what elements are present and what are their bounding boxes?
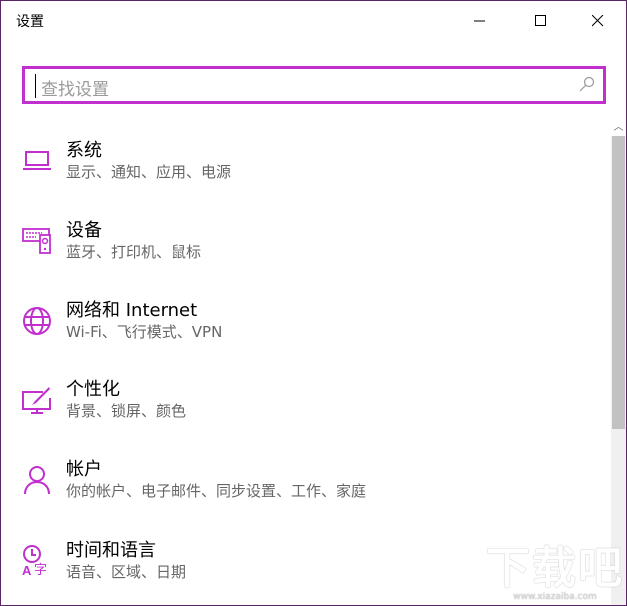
globe-icon (23, 307, 51, 335)
item-subtitle: 蓝牙、打印机、鼠标 (66, 243, 202, 261)
item-subtitle: Wi-Fi、飞行模式、VPN (66, 323, 223, 341)
item-title: 时间和语言 (66, 540, 156, 561)
close-icon (592, 15, 604, 27)
chevron-up-icon: ︿ (613, 122, 624, 133)
item-title: 网络和 Internet (66, 300, 198, 321)
minimize-button[interactable] (457, 1, 503, 41)
settings-window: 设置 查找设置 系统 显示、通知、应用、电源 设备 蓝牙、打印机、鼠标 网络和 … (0, 0, 627, 606)
item-subtitle: 背景、锁屏、颜色 (66, 402, 187, 420)
item-title: 设备 (66, 220, 102, 241)
search-input[interactable]: 查找设置 (22, 66, 606, 104)
text-caret (35, 74, 36, 98)
laptop-icon (23, 151, 51, 170)
maximize-icon (535, 15, 546, 26)
minimize-icon (474, 20, 485, 22)
settings-item-system[interactable]: 系统 显示、通知、应用、电源 (1, 140, 601, 210)
item-subtitle: 语音、区域、日期 (66, 563, 187, 581)
settings-item-accounts[interactable]: 帐户 你的帐户、电子邮件、同步设置、工作、家庭 (1, 459, 601, 529)
item-title: 帐户 (66, 459, 102, 480)
time-language-icon: A字 (22, 545, 47, 576)
item-title: 系统 (66, 140, 102, 161)
vertical-scrollbar[interactable]: ︿ (611, 119, 626, 605)
settings-item-devices[interactable]: 设备 蓝牙、打印机、鼠标 (1, 220, 601, 290)
close-button[interactable] (575, 1, 621, 41)
scrollbar-thumb[interactable] (612, 136, 625, 429)
item-subtitle: 你的帐户、电子邮件、同步设置、工作、家庭 (66, 482, 367, 500)
person-icon (24, 466, 50, 495)
svg-text:字: 字 (34, 563, 47, 576)
item-title: 个性化 (66, 379, 120, 400)
watermark-logo: 下载吧 (486, 543, 624, 594)
watermark: 下载吧 www.xiazaiba.com (486, 543, 624, 603)
settings-item-network[interactable]: 网络和 Internet Wi-Fi、飞行模式、VPN (1, 300, 601, 370)
search-icon[interactable] (579, 76, 595, 92)
devices-icon (22, 228, 51, 254)
svg-text:A: A (22, 563, 32, 576)
maximize-button[interactable] (518, 1, 564, 41)
scroll-up-button[interactable]: ︿ (611, 119, 626, 136)
window-title: 设置 (16, 14, 44, 30)
search-placeholder: 查找设置 (41, 80, 109, 100)
settings-item-personalization[interactable]: 个性化 背景、锁屏、颜色 (1, 379, 601, 449)
item-subtitle: 显示、通知、应用、电源 (66, 163, 232, 181)
personalization-icon (22, 387, 51, 414)
